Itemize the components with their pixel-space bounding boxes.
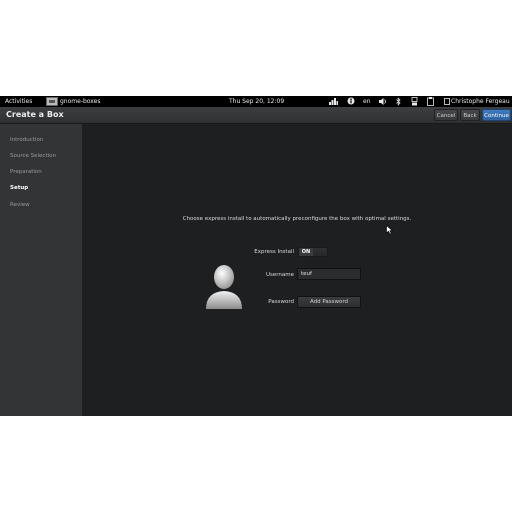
user-menu[interactable]: Christophe Fergeau — [451, 97, 510, 106]
add-password-button[interactable]: Add Password — [297, 296, 361, 308]
app-menu[interactable]: gnome-boxes — [60, 97, 100, 106]
username-input[interactable] — [297, 268, 361, 280]
continue-button[interactable]: Continue — [482, 109, 511, 121]
sidebar-item-introduction: Introduction — [10, 137, 44, 143]
bluetooth-icon[interactable] — [396, 97, 401, 106]
activities-button[interactable]: Activities — [5, 97, 32, 106]
express-install-label: Express Install — [254, 249, 294, 255]
network-icon[interactable] — [411, 97, 418, 106]
username-label: Username — [265, 272, 294, 278]
toggle-on-label: ON — [301, 249, 311, 255]
toggle-knob[interactable] — [313, 248, 327, 256]
wifi-icon[interactable] — [329, 98, 338, 105]
clipboard-icon[interactable] — [427, 97, 434, 106]
window-title: Create a Box — [6, 110, 64, 119]
sidebar-item-setup: Setup — [10, 185, 29, 191]
sidebar-item-review: Review — [10, 202, 30, 208]
cancel-button[interactable]: Cancel — [434, 109, 458, 121]
accessibility-icon[interactable] — [347, 97, 355, 105]
sidebar-item-preparation: Preparation — [10, 169, 42, 175]
language-indicator[interactable]: en — [363, 97, 371, 106]
password-label: Password — [268, 299, 294, 305]
mouse-cursor-icon — [386, 225, 394, 235]
sidebar-item-source-selection: Source Selection — [10, 153, 56, 159]
app-icon[interactable] — [46, 97, 58, 106]
volume-icon[interactable] — [379, 98, 387, 105]
user-icon — [444, 98, 450, 105]
clock[interactable]: Thu Sep 20, 12:09 — [229, 97, 284, 106]
back-button[interactable]: Back — [460, 109, 480, 121]
setup-instructions: Choose express install to automatically … — [182, 216, 412, 222]
